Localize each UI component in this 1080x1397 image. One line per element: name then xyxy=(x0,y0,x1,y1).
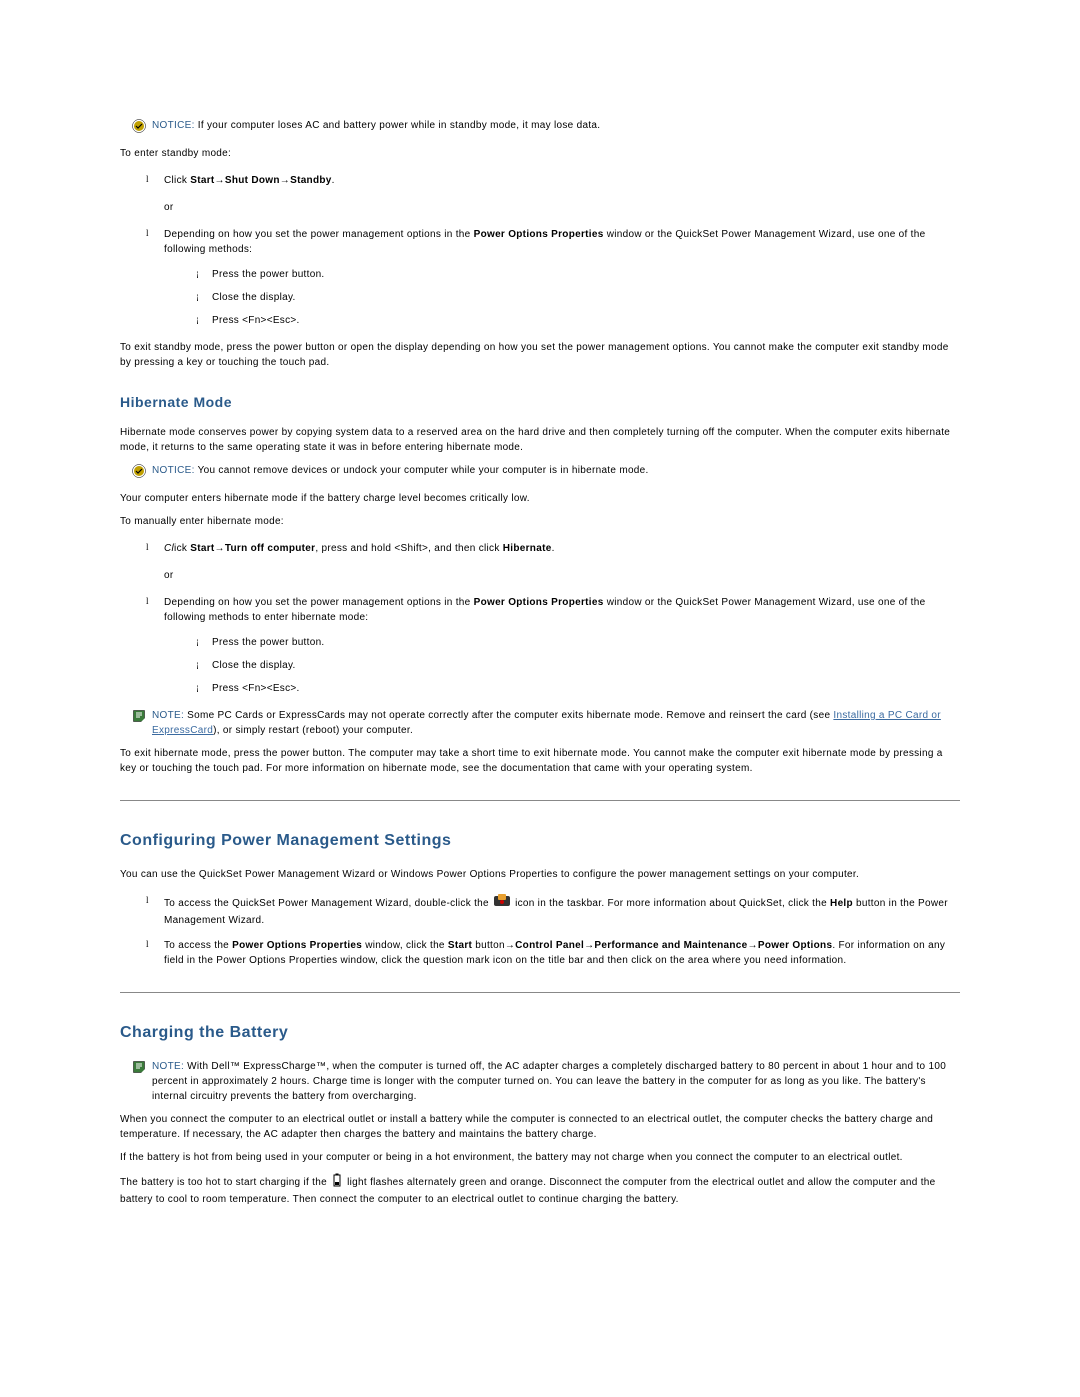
charging-title: Charging the Battery xyxy=(120,1021,960,1045)
notice-body: You cannot remove devices or undock your… xyxy=(195,465,649,476)
or-text: or xyxy=(164,200,960,215)
list-item: Press the power button. xyxy=(200,635,960,650)
notice-text: NOTICE: If your computer loses AC and ba… xyxy=(152,118,960,133)
config-list: To access the QuickSet Power Management … xyxy=(120,894,960,968)
note-label: NOTE: xyxy=(152,710,184,721)
standby-exit: To exit standby mode, press the power bu… xyxy=(120,340,960,370)
note-text: NOTE: Some PC Cards or ExpressCards may … xyxy=(152,708,960,738)
section-divider xyxy=(120,800,960,801)
or-text: or xyxy=(164,568,960,583)
list-item: Close the display. xyxy=(200,290,960,305)
list-item: Click Start→Turn off computer, press and… xyxy=(152,541,960,556)
note-body-pre: Some PC Cards or ExpressCards may not op… xyxy=(184,710,833,721)
list-item: Depending on how you set the power manag… xyxy=(152,595,960,696)
hibernate-list-2: Depending on how you set the power manag… xyxy=(120,595,960,696)
standby-list: Click Start→Shut Down→Standby. xyxy=(120,173,960,188)
hibernate-p3: To manually enter hibernate mode: xyxy=(120,514,960,529)
hibernate-p1: Hibernate mode conserves power by copyin… xyxy=(120,425,960,455)
note-icon xyxy=(132,709,146,728)
list-item: Click Start→Shut Down→Standby. xyxy=(152,173,960,188)
note-body: With Dell™ ExpressCharge™, when the comp… xyxy=(152,1061,946,1102)
list-item: Press the power button. xyxy=(200,267,960,282)
list-item: Depending on how you set the power manag… xyxy=(152,227,960,328)
notice-label: NOTICE: xyxy=(152,465,195,476)
notice-row: NOTICE: You cannot remove devices or und… xyxy=(120,463,960,483)
note-row: NOTE: Some PC Cards or ExpressCards may … xyxy=(120,708,960,738)
hibernate-list: Click Start→Turn off computer, press and… xyxy=(120,541,960,556)
note-body-post: ), or simply restart (reboot) your compu… xyxy=(213,725,413,736)
hibernate-exit: To exit hibernate mode, press the power … xyxy=(120,746,960,776)
notice-icon xyxy=(132,464,146,483)
charging-p1: When you connect the computer to an elec… xyxy=(120,1112,960,1142)
section-divider xyxy=(120,992,960,993)
hibernate-title: Hibernate Mode xyxy=(120,392,960,413)
list-item: To access the QuickSet Power Management … xyxy=(152,894,960,928)
config-p1: You can use the QuickSet Power Managemen… xyxy=(120,867,960,882)
note-text: NOTE: With Dell™ ExpressCharge™, when th… xyxy=(152,1059,960,1104)
charging-p2: If the battery is hot from being used in… xyxy=(120,1150,960,1165)
battery-icon xyxy=(332,1173,342,1192)
hibernate-sublist: Press the power button. Close the displa… xyxy=(164,635,960,696)
notice-text: NOTICE: You cannot remove devices or und… xyxy=(152,463,960,478)
notice-row: NOTICE: If your computer loses AC and ba… xyxy=(120,118,960,138)
list-item: Press <Fn><Esc>. xyxy=(200,681,960,696)
standby-list-2: Depending on how you set the power manag… xyxy=(120,227,960,328)
standby-intro: To enter standby mode: xyxy=(120,146,960,161)
notice-body: If your computer loses AC and battery po… xyxy=(195,120,601,131)
notice-icon xyxy=(132,119,146,138)
charging-p3: The battery is too hot to start charging… xyxy=(120,1173,960,1207)
standby-sublist: Press the power button. Close the displa… xyxy=(164,267,960,328)
config-title: Configuring Power Management Settings xyxy=(120,829,960,853)
list-item: Press <Fn><Esc>. xyxy=(200,313,960,328)
notice-label: NOTICE: xyxy=(152,120,195,131)
quickset-icon xyxy=(494,894,510,913)
list-item: Close the display. xyxy=(200,658,960,673)
note-icon xyxy=(132,1060,146,1079)
list-item: To access the Power Options Properties w… xyxy=(152,938,960,968)
hibernate-p2: Your computer enters hibernate mode if t… xyxy=(120,491,960,506)
note-row: NOTE: With Dell™ ExpressCharge™, when th… xyxy=(120,1059,960,1104)
note-label: NOTE: xyxy=(152,1061,184,1072)
